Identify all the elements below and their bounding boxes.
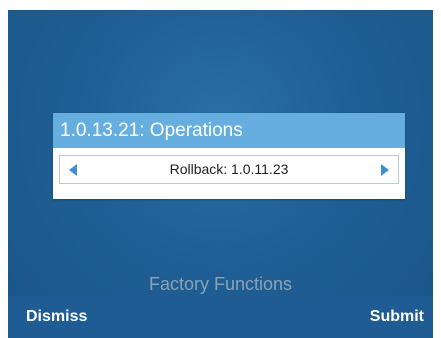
screen-caption: Factory Functions [148,274,293,294]
selector-value: Rollback: 1.0.11.23 [169,161,289,177]
phone-screen: 1.0.13.21: Operations Rollback: 1.0.11.2… [8,10,433,338]
arrow-right-icon[interactable] [374,156,396,183]
softkey-bar: Dismiss Submit [8,296,433,338]
rollback-selector[interactable]: Rollback: 1.0.11.23 [59,155,399,184]
operations-dialog: 1.0.13.21: Operations Rollback: 1.0.11.2… [53,113,405,199]
dialog-title: 1.0.13.21: Operations [53,113,405,148]
dismiss-button[interactable]: Dismiss [26,296,87,338]
arrow-left-icon[interactable] [62,156,84,183]
device-frame: 1.0.13.21: Operations Rollback: 1.0.11.2… [0,0,441,338]
submit-button[interactable]: Submit [370,296,424,338]
